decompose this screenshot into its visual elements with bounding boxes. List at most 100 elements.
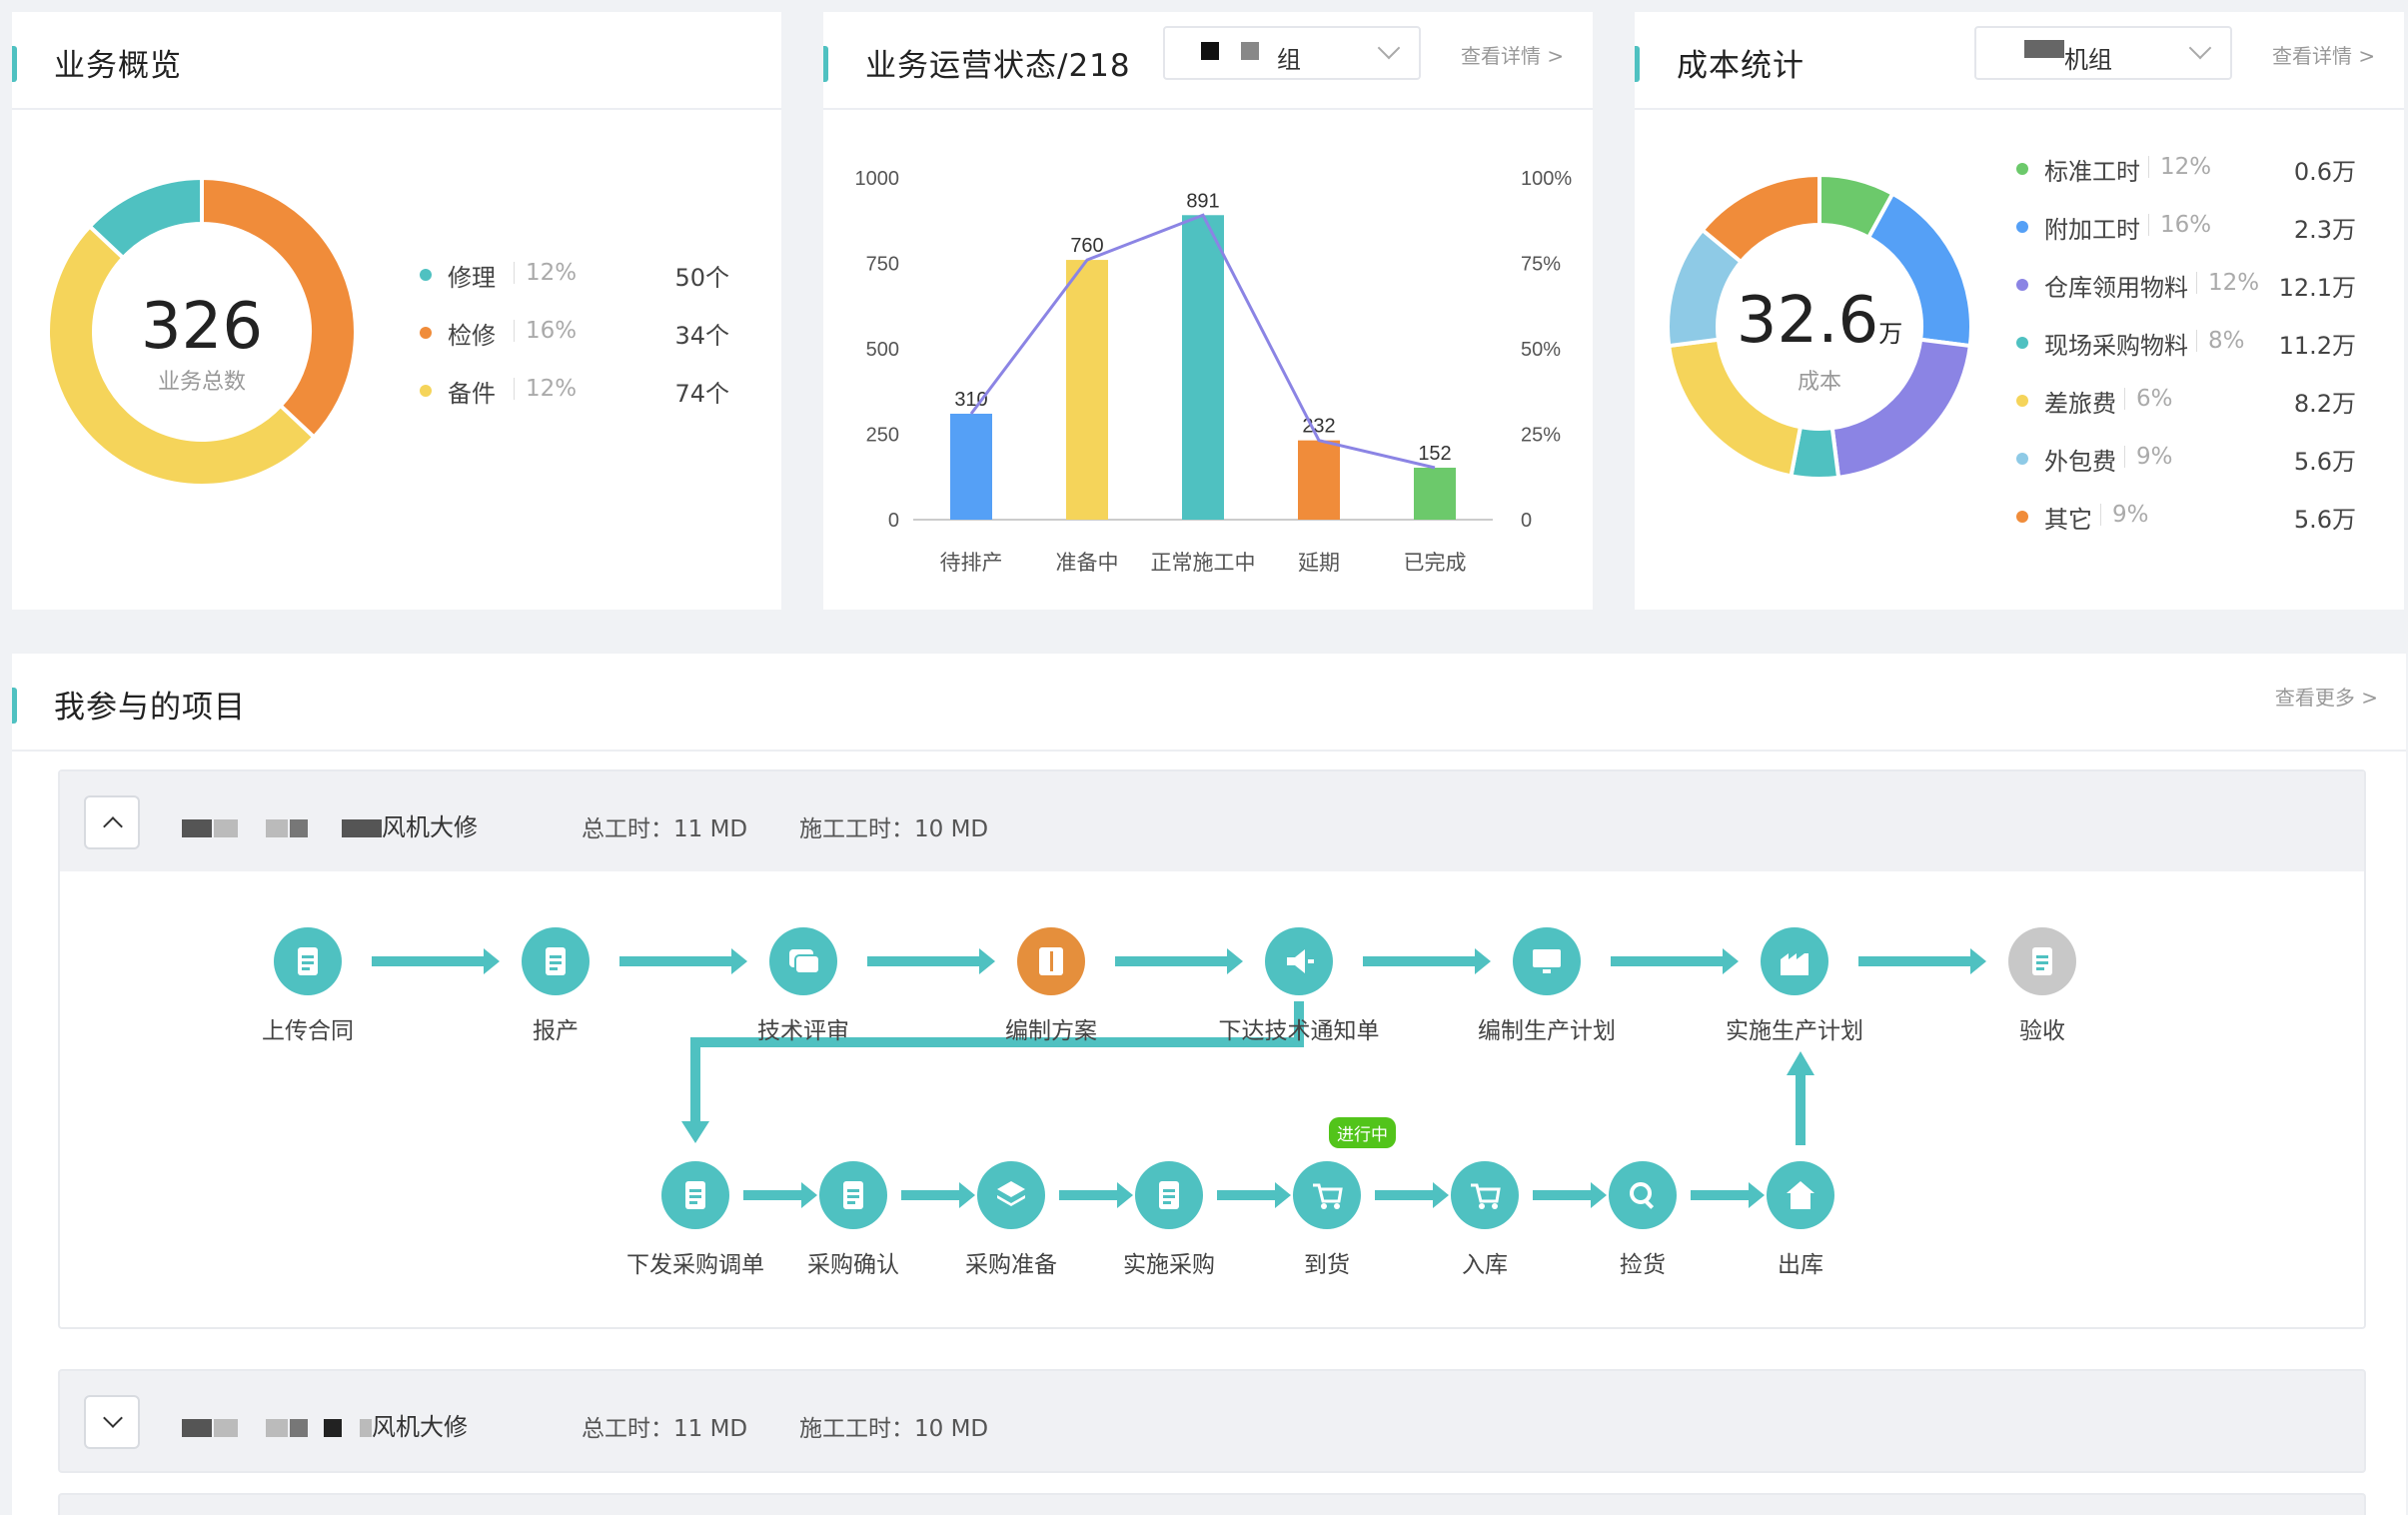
project-name: 风机大修 xyxy=(382,813,478,841)
flow-step-circle xyxy=(661,1161,729,1229)
flow-step[interactable]: 编制生产计划 xyxy=(1447,927,1647,1047)
legend-pct: 12% xyxy=(2208,270,2260,296)
flow-step-circle xyxy=(1451,1161,1519,1229)
project-work-hours: 施工工时：10 MD xyxy=(799,816,989,842)
flow-step[interactable]: 下达技术通知单 xyxy=(1199,927,1399,1047)
chat-icon xyxy=(789,949,819,974)
x-tick-label: 延期 xyxy=(1298,552,1340,575)
legend-dot xyxy=(2016,337,2028,349)
flow-step[interactable]: 技术评审 xyxy=(703,927,903,1047)
legend-amount: 12.1万 xyxy=(2278,274,2356,302)
chevron-down-icon xyxy=(2188,36,2212,60)
y2-tick-label: 25% xyxy=(1521,425,1561,447)
legend-pct: 12% xyxy=(526,376,578,402)
legend-amount: 0.6万 xyxy=(2293,158,2356,186)
cost-legend-item: 现场采购物料 8% 11.2万 xyxy=(2016,326,2356,360)
flow-step[interactable]: 上传合同 xyxy=(208,927,408,1047)
donut-slice xyxy=(1829,337,1973,481)
y2-tick-label: 50% xyxy=(1521,339,1561,361)
header-accent-bar xyxy=(1635,46,1640,82)
legend-dot xyxy=(420,385,432,397)
legend-pct: 12% xyxy=(2160,154,2212,180)
flow-step-circle xyxy=(819,1161,887,1229)
flow-step-circle xyxy=(1293,1161,1361,1229)
flow-step-label: 技术评审 xyxy=(757,1018,849,1044)
legend-dot xyxy=(2016,279,2028,291)
flow-step-label: 下达技术通知单 xyxy=(1218,1018,1380,1044)
flow-step-circle xyxy=(1609,1161,1677,1229)
flow-step[interactable]: 报产 xyxy=(456,927,655,1047)
legend-dot xyxy=(2016,163,2028,175)
legend-amount: 5.6万 xyxy=(2293,448,2356,476)
cost-group-select[interactable]: 机组 xyxy=(1974,26,2232,80)
cost-legend-item: 附加工时 16% 2.3万 xyxy=(2016,210,2356,244)
bar xyxy=(1298,440,1340,520)
megaphone-icon xyxy=(1287,949,1314,973)
expand-button[interactable] xyxy=(84,1395,140,1449)
ops-group-select[interactable]: 组 xyxy=(1163,26,1421,80)
legend-name: 外包费 xyxy=(2044,448,2116,476)
y2-tick-label: 0 xyxy=(1521,510,1532,532)
factory-icon xyxy=(1781,953,1808,975)
project-total-hours: 总工时：11 MD xyxy=(582,816,748,842)
projects-more-link[interactable]: 查看更多 > xyxy=(2275,682,2378,711)
flow-step[interactable]: 验收 xyxy=(1942,927,2142,1047)
warehouse-icon xyxy=(1787,1181,1814,1209)
y-tick-label: 500 xyxy=(866,339,899,361)
flow-step-circle xyxy=(1767,1161,1834,1229)
flow-step-label: 验收 xyxy=(2019,1018,2065,1044)
bar-value-label: 152 xyxy=(1418,443,1451,465)
x-tick-label: 准备中 xyxy=(1056,552,1119,575)
collapse-button[interactable] xyxy=(84,795,140,849)
cart-in-icon xyxy=(1471,1183,1501,1209)
bar-value-label: 891 xyxy=(1186,190,1219,212)
cost-legend-item: 其它 9% 5.6万 xyxy=(2016,500,2356,534)
checklist-icon xyxy=(843,1181,863,1209)
x-tick-label: 正常施工中 xyxy=(1151,552,1256,575)
projects-card: 我参与的项目 查看更多 > 风机大修 总工时：11 MD 施工工时：10 MD … xyxy=(12,654,2406,1515)
overview-legend-item: 检修 16% 34个 xyxy=(420,316,729,350)
legend-pct: 9% xyxy=(2136,444,2173,470)
legend-dot xyxy=(2016,453,2028,465)
legend-dot xyxy=(420,269,432,281)
flow-step-circle xyxy=(522,927,590,995)
flow-step[interactable]: 实施生产计划 xyxy=(1695,927,1894,1047)
legend-name: 其它 xyxy=(2044,506,2092,534)
cost-total-value: 32.6 xyxy=(1736,284,1879,358)
y-tick-label: 750 xyxy=(866,254,899,276)
bar xyxy=(950,413,992,520)
legend-name: 仓库领用物料 xyxy=(2044,274,2188,302)
select-value: 机组 xyxy=(2064,46,2112,74)
legend-count: 74个 xyxy=(674,380,729,408)
search-doc-icon xyxy=(2032,947,2052,975)
y2-tick-label: 100% xyxy=(1521,168,1572,190)
ops-header: 业务运营状态/218 组 查看详情 > xyxy=(823,12,1593,110)
cost-detail-link[interactable]: 查看详情 > xyxy=(2272,40,2375,69)
flow-step[interactable]: 出库 xyxy=(1701,1161,1900,1281)
legend-dot xyxy=(420,327,432,339)
flow-step-label: 上传合同 xyxy=(262,1018,354,1044)
overview-legend-item: 备件 12% 74个 xyxy=(420,374,729,408)
flow-step-circle xyxy=(274,927,342,995)
cart-check-icon xyxy=(1313,1183,1343,1209)
cost-title: 成本统计 xyxy=(1677,48,1805,84)
flow-step[interactable]: 编制方案 xyxy=(951,927,1151,1047)
cost-legend-item: 标准工时 12% 0.6万 xyxy=(2016,152,2356,186)
monitor-icon xyxy=(1533,949,1561,973)
search-icon xyxy=(1630,1182,1655,1209)
bar xyxy=(1182,215,1224,520)
file-contract-icon xyxy=(298,947,318,975)
cost-legend-item: 仓库领用物料 12% 12.1万 xyxy=(2016,268,2356,302)
project-panel xyxy=(58,1493,2366,1515)
cost-total-unit: 万 xyxy=(1878,320,1903,348)
y-tick-label: 250 xyxy=(866,425,899,447)
donut-slice xyxy=(1666,337,1804,479)
bar-value-label: 760 xyxy=(1070,235,1103,257)
clipboard-icon xyxy=(546,947,566,975)
project-row-header[interactable]: 风机大修 总工时：11 MD 施工工时：10 MD xyxy=(60,771,2364,871)
ops-detail-link[interactable]: 查看详情 > xyxy=(1461,40,1564,69)
flow-step-label: 报产 xyxy=(533,1018,579,1044)
y-tick-label: 1000 xyxy=(855,168,900,190)
legend-pct: 8% xyxy=(2208,328,2245,354)
book-icon xyxy=(1039,947,1063,975)
